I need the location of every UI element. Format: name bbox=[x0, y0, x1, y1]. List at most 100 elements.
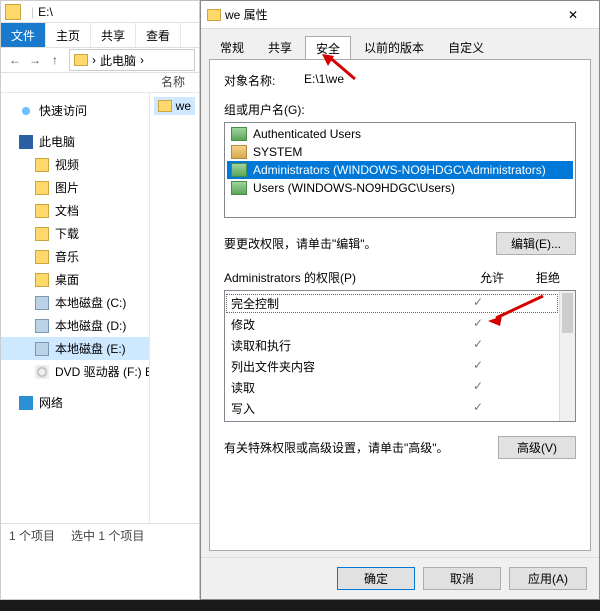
object-name-label: 对象名称: bbox=[224, 72, 304, 89]
groups-listbox[interactable]: Authenticated Users SYSTEM Administrator… bbox=[224, 122, 576, 218]
object-name-value: E:\1\we bbox=[304, 72, 344, 89]
group-item[interactable]: Authenticated Users bbox=[227, 125, 573, 143]
allow-label: 允许 bbox=[464, 269, 520, 286]
check-icon: ✓ bbox=[473, 358, 483, 372]
edit-button[interactable]: 编辑(E)... bbox=[496, 232, 576, 255]
nav-up-icon[interactable]: ↑ bbox=[45, 50, 65, 70]
nav-label: 本地磁盘 (C:) bbox=[55, 294, 126, 311]
nav-label: 视频 bbox=[55, 156, 79, 173]
folder-icon bbox=[74, 54, 88, 66]
nav-label: 图片 bbox=[55, 179, 79, 196]
ribbon-file[interactable]: 文件 bbox=[1, 23, 46, 47]
users-icon bbox=[231, 163, 247, 177]
close-button[interactable]: ✕ bbox=[553, 1, 593, 29]
status-count: 1 个项目 bbox=[9, 527, 55, 544]
status-bar: 1 个项目 选中 1 个项目 bbox=[1, 523, 199, 547]
breadcrumb-thispc[interactable]: 此电脑 bbox=[100, 52, 136, 69]
explorer-window: | E:\ 文件 主页 共享 查看 ← → ↑ › 此电脑 › 名称 快速访问 … bbox=[0, 0, 200, 600]
network-icon bbox=[19, 396, 33, 410]
ribbon-home[interactable]: 主页 bbox=[46, 23, 91, 47]
properties-dialog: we 属性 ✕ 常规 共享 安全 以前的版本 自定义 对象名称: E:\1\we… bbox=[200, 0, 600, 600]
deny-label: 拒绝 bbox=[520, 269, 576, 286]
perm-name: 完全控制 bbox=[231, 295, 453, 312]
check-icon: ✓ bbox=[473, 295, 483, 309]
nav-quick-access[interactable]: 快速访问 bbox=[1, 99, 149, 122]
nav-label: 此电脑 bbox=[39, 133, 75, 150]
nav-back-icon[interactable]: ← bbox=[5, 50, 25, 70]
perm-row[interactable]: 读取和执行✓ bbox=[225, 335, 559, 356]
perm-row[interactable]: 列出文件夹内容✓ bbox=[225, 356, 559, 377]
users-icon bbox=[231, 127, 247, 141]
group-item[interactable]: SYSTEM bbox=[227, 143, 573, 161]
breadcrumb-sep: › bbox=[92, 53, 96, 67]
star-icon bbox=[19, 104, 33, 118]
groups-label: 组或用户名(G): bbox=[224, 101, 576, 118]
folder-icon bbox=[35, 181, 49, 195]
tab-general[interactable]: 常规 bbox=[209, 35, 255, 59]
perm-name: 写入 bbox=[231, 400, 453, 417]
nav-drive-d[interactable]: 本地磁盘 (D:) bbox=[1, 314, 149, 337]
check-icon: ✓ bbox=[473, 316, 483, 330]
nav-label: 文档 bbox=[55, 202, 79, 219]
perm-row[interactable]: 读取✓ bbox=[225, 377, 559, 398]
ribbon-share[interactable]: 共享 bbox=[91, 23, 136, 47]
explorer-titlebar[interactable]: | E:\ bbox=[1, 1, 199, 23]
perm-row[interactable]: 完全控制 ✓ bbox=[225, 293, 559, 314]
advanced-button[interactable]: 高级(V) bbox=[498, 436, 576, 459]
file-item-we[interactable]: we bbox=[154, 97, 195, 115]
drive-icon bbox=[35, 319, 49, 333]
tab-strip: 常规 共享 安全 以前的版本 自定义 bbox=[201, 29, 599, 59]
nav-downloads[interactable]: 下载 bbox=[1, 222, 149, 245]
title-drive: E:\ bbox=[38, 5, 53, 19]
tab-content: 对象名称: E:\1\we 组或用户名(G): Authenticated Us… bbox=[209, 59, 591, 551]
nav-network[interactable]: 网络 bbox=[1, 391, 149, 414]
taskbar[interactable] bbox=[0, 600, 600, 611]
perm-row[interactable]: 写入 ✓ bbox=[225, 398, 559, 419]
cancel-button[interactable]: 取消 bbox=[423, 567, 501, 590]
tab-security[interactable]: 安全 bbox=[305, 36, 351, 60]
scrollbar[interactable] bbox=[559, 291, 575, 421]
group-item-selected[interactable]: Administrators (WINDOWS-NO9HDGC\Administ… bbox=[227, 161, 573, 179]
dialog-titlebar[interactable]: we 属性 ✕ bbox=[201, 1, 599, 29]
perm-row[interactable]: 修改 ✓ bbox=[225, 314, 559, 335]
nav-drive-e[interactable]: 本地磁盘 (E:) bbox=[1, 337, 149, 360]
group-item[interactable]: Users (WINDOWS-NO9HDGC\Users) bbox=[227, 179, 573, 197]
nav-video[interactable]: 视频 bbox=[1, 153, 149, 176]
group-name: Users (WINDOWS-NO9HDGC\Users) bbox=[253, 181, 455, 195]
nav-pane: 快速访问 此电脑 视频 图片 文档 下载 音乐 桌面 本地磁盘 (C:) 本地磁… bbox=[1, 93, 150, 523]
folder-icon bbox=[35, 250, 49, 264]
folder-icon bbox=[35, 204, 49, 218]
check-icon: ✓ bbox=[473, 400, 483, 414]
nav-label: 音乐 bbox=[55, 248, 79, 265]
column-header-name[interactable]: 名称 bbox=[1, 73, 199, 93]
apply-button[interactable]: 应用(A) bbox=[509, 567, 587, 590]
nav-drive-c[interactable]: 本地磁盘 (C:) bbox=[1, 291, 149, 314]
nav-pictures[interactable]: 图片 bbox=[1, 176, 149, 199]
nav-documents[interactable]: 文档 bbox=[1, 199, 149, 222]
nav-this-pc[interactable]: 此电脑 bbox=[1, 130, 149, 153]
folder-icon bbox=[5, 4, 21, 20]
ribbon-view[interactable]: 查看 bbox=[136, 23, 181, 47]
nav-fwd-icon[interactable]: → bbox=[25, 50, 45, 70]
tab-previous[interactable]: 以前的版本 bbox=[353, 35, 435, 59]
group-name: Administrators (WINDOWS-NO9HDGC\Administ… bbox=[253, 163, 546, 177]
status-selected: 选中 1 个项目 bbox=[71, 527, 144, 544]
nav-dvd[interactable]: DVD 驱动器 (F:) Bo bbox=[1, 360, 149, 383]
nav-desktop[interactable]: 桌面 bbox=[1, 268, 149, 291]
file-name: we bbox=[176, 99, 191, 113]
scrollbar-thumb[interactable] bbox=[562, 293, 573, 333]
file-list[interactable]: we bbox=[150, 93, 199, 523]
pc-icon bbox=[19, 135, 33, 149]
breadcrumb-sep: › bbox=[140, 53, 144, 67]
nav-music[interactable]: 音乐 bbox=[1, 245, 149, 268]
tab-custom[interactable]: 自定义 bbox=[437, 35, 495, 59]
folder-icon bbox=[35, 273, 49, 287]
drive-icon bbox=[35, 342, 49, 356]
nav-label: DVD 驱动器 (F:) Bo bbox=[55, 363, 150, 380]
ok-button[interactable]: 确定 bbox=[337, 567, 415, 590]
tab-share[interactable]: 共享 bbox=[257, 35, 303, 59]
perm-name: 修改 bbox=[231, 316, 453, 333]
nav-label: 本地磁盘 (E:) bbox=[55, 340, 126, 357]
folder-icon bbox=[35, 227, 49, 241]
breadcrumb[interactable]: › 此电脑 › bbox=[69, 49, 195, 71]
